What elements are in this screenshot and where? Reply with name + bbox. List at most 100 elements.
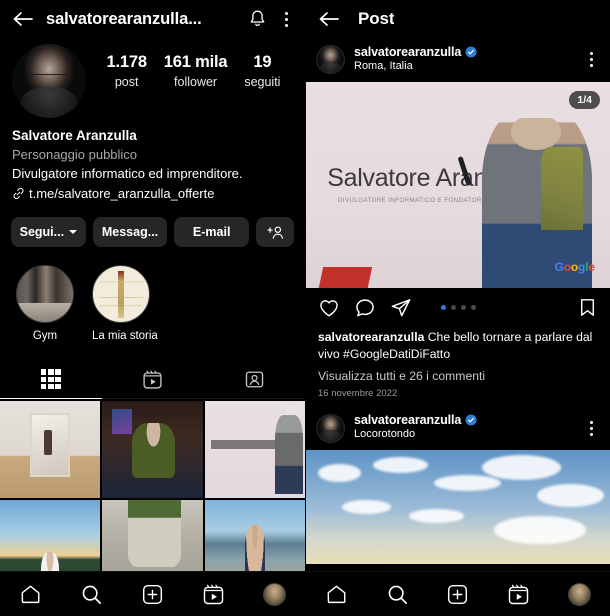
nav-home[interactable] (9, 572, 53, 616)
tagged-icon (244, 369, 265, 390)
tab-tagged[interactable] (203, 360, 305, 398)
back-arrow-icon[interactable] (316, 8, 342, 30)
heart-icon[interactable] (318, 297, 340, 319)
page-title: salvatorearanzulla... (46, 9, 202, 28)
highlight-gym-cover (16, 265, 74, 324)
post-media[interactable]: Salvatore Aranzulla DIVULGATORE INFORMAT… (306, 81, 610, 288)
profile-topbar-actions (248, 9, 295, 29)
profile-category: Personaggio pubblico (12, 147, 138, 163)
view-comments-link[interactable]: Visualizza tutti e 26 i commenti (306, 363, 610, 383)
profile-stats: 1.178 post 161 mila follower 19 seguiti (86, 44, 293, 91)
post-media-2[interactable] (306, 450, 610, 565)
profile-avatar-icon (568, 582, 592, 606)
cloud-shape (318, 463, 361, 482)
profile-avatar-icon (263, 582, 286, 606)
nav-home[interactable] (314, 572, 358, 616)
highlight-gym-label: Gym (32, 330, 58, 343)
nav-reels[interactable] (192, 572, 236, 616)
post-screen: Post salvatorearanzulla Roma, Italia Sal… (305, 0, 610, 616)
grid-photo[interactable] (204, 401, 305, 498)
add-person-icon (266, 225, 284, 240)
carousel-dots (306, 305, 610, 311)
cloud-shape (482, 454, 562, 480)
post-location-2: Locorotondo (354, 428, 416, 441)
profile-action-buttons: Segui... Messag... E-mail (0, 203, 305, 248)
post-author-avatar[interactable] (316, 45, 345, 75)
bookmark-icon[interactable] (577, 297, 598, 318)
post-author-meta-2: salvatorearanzulla Locorotondo (354, 413, 573, 443)
highlight-gym[interactable]: Gym (16, 265, 74, 344)
caption-username[interactable]: salvatorearanzulla (318, 330, 424, 344)
stat-posts-label: post (114, 74, 139, 89)
link-icon (12, 187, 25, 200)
stat-followers-value: 161 mila (163, 53, 228, 71)
chevron-down-icon (69, 230, 78, 235)
post-author-row-2[interactable]: salvatorearanzulla (354, 413, 573, 427)
nav-create[interactable] (436, 572, 480, 616)
post-topbar: Post (306, 0, 610, 38)
highlight-la-mia-storia[interactable]: La mia storia (92, 265, 158, 344)
stat-following-label: seguiti (244, 74, 281, 89)
add-person-button[interactable] (256, 217, 295, 248)
nav-search[interactable] (70, 572, 114, 616)
message-button[interactable]: Messag... (92, 217, 168, 248)
post-author-meta: salvatorearanzulla Roma, Italia (354, 45, 573, 75)
slide-red-shape (318, 267, 373, 288)
profile-link-text: t.me/salvatore_aranzulla_offerte (29, 185, 215, 201)
post-page-title: Post (358, 9, 395, 28)
avatar[interactable] (12, 44, 86, 118)
stat-following[interactable]: 19 seguiti (244, 52, 280, 91)
bottom-nav-right (306, 571, 610, 616)
grid-photo[interactable] (0, 401, 101, 498)
email-button[interactable]: E-mail (174, 217, 250, 248)
google-watermark: Google (554, 259, 595, 274)
nav-profile[interactable] (253, 572, 297, 616)
follow-button-label: Segui... (19, 225, 65, 240)
stat-followers[interactable]: 161 mila follower (164, 52, 228, 91)
nav-create[interactable] (131, 572, 175, 616)
message-button-label: Messag... (101, 225, 159, 240)
stat-posts[interactable]: 1.178 post (107, 52, 147, 91)
post-author-avatar[interactable] (316, 413, 345, 443)
nav-profile[interactable] (558, 572, 602, 616)
grid-photo[interactable] (102, 401, 203, 498)
comment-icon[interactable] (354, 297, 376, 319)
story-highlights: Gym La mia storia (0, 247, 305, 344)
kebab-menu-icon[interactable] (277, 9, 295, 29)
stat-followers-label: follower (174, 74, 218, 89)
profile-bio: Salvatore Aranzulla Personaggio pubblico… (0, 118, 305, 203)
email-button-label: E-mail (192, 225, 231, 240)
kebab-menu-icon[interactable] (582, 50, 600, 70)
tab-grid[interactable] (0, 360, 102, 400)
instagram-dual-screenshot: salvatorearanzulla... 1.178 post 161 mil… (0, 0, 610, 616)
profile-tabs (0, 360, 305, 400)
share-icon[interactable] (390, 297, 412, 319)
tab-reels[interactable] (102, 360, 204, 398)
post-header-2: salvatorearanzulla Locorotondo (306, 406, 610, 450)
nav-search[interactable] (375, 572, 419, 616)
profile-topbar: salvatorearanzulla... (0, 0, 305, 38)
carousel-count-badge: 1/4 (569, 90, 600, 109)
highlight-la-mia-storia-label: La mia storia (92, 330, 158, 343)
post-location: Roma, Italia (354, 60, 413, 72)
cloud-shape (537, 484, 604, 508)
glasses-detail (31, 73, 67, 81)
post-author-row[interactable]: salvatorearanzulla (354, 45, 573, 59)
back-arrow-icon[interactable] (10, 8, 36, 30)
multi-post-icon (285, 407, 299, 421)
verified-badge-icon (465, 46, 477, 58)
cloud-shape (494, 516, 586, 544)
profile-description: Divulgatore informatico ed imprenditore. (12, 166, 243, 182)
follow-button[interactable]: Segui... (11, 217, 86, 248)
post-date: 16 novembre 2022 (318, 388, 398, 400)
profile-display-name: Salvatore Aranzulla (12, 128, 137, 143)
grid-icon (40, 369, 61, 390)
nav-reels[interactable] (497, 572, 541, 616)
kebab-menu-icon[interactable] (582, 418, 600, 438)
photo-grid (0, 401, 305, 597)
bell-icon[interactable] (248, 9, 267, 29)
post-caption: salvatorearanzulla Che bello tornare a p… (306, 323, 610, 363)
stat-following-value: 19 (253, 53, 272, 71)
cloud-shape (342, 500, 392, 514)
profile-link-row[interactable]: t.me/salvatore_aranzulla_offerte (12, 184, 293, 204)
